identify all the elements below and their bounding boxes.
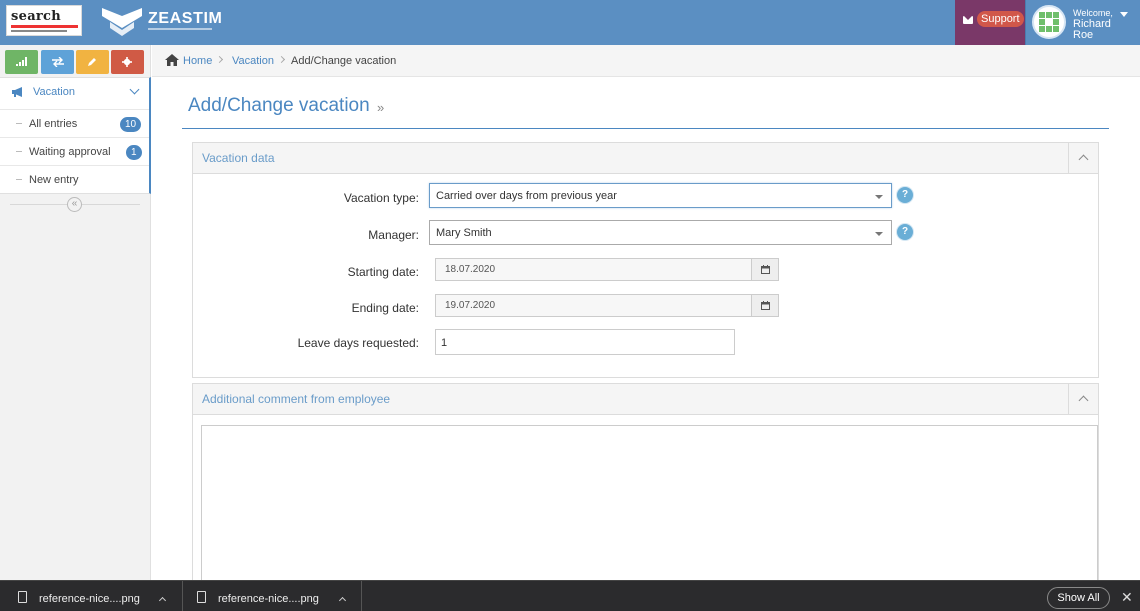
avatar [1032, 5, 1066, 39]
breadcrumb: Home Vacation Add/Change vacation [152, 45, 1140, 77]
chevron-right-icon [215, 55, 224, 64]
top-navbar: search ZEASTIM Support Welcome, Richard … [0, 0, 1140, 45]
shortcut-exchange-button[interactable] [41, 50, 74, 74]
collapse-chevron-up-icon[interactable] [1068, 143, 1098, 173]
vacation-data-panel: Vacation data Vacation type: Carried ove… [192, 142, 1099, 378]
download-filename: reference-nice....png [39, 593, 140, 605]
panel-header: Additional comment from employee [193, 384, 1098, 415]
file-icon [197, 591, 206, 603]
home-icon[interactable] [165, 54, 179, 66]
search-logo[interactable]: search [6, 5, 82, 36]
pencil-icon [88, 58, 96, 66]
sidebar-item-new-entry[interactable]: New entry [0, 165, 149, 193]
sidebar: Vacation All entries 10 Waiting approval… [0, 45, 151, 580]
comment-panel: Additional comment from employee [192, 383, 1099, 590]
sidebar-collapse-button[interactable]: « [67, 197, 82, 212]
gear-icon [122, 57, 132, 67]
file-icon [18, 591, 27, 603]
sidebar-item-label: All entries [29, 118, 78, 130]
panel-title: Vacation data [202, 151, 275, 165]
chevron-up-icon[interactable] [338, 596, 347, 605]
shortcut-edit-button[interactable] [76, 50, 109, 74]
signal-icon [16, 57, 27, 66]
leave-days-value: 1 [441, 337, 448, 349]
ending-date-value: 19.07.2020 [445, 300, 496, 311]
comment-textarea[interactable] [201, 425, 1098, 590]
calendar-icon [761, 301, 770, 310]
breadcrumb-home-link[interactable]: Home [183, 55, 212, 67]
sidebar-item-vacation[interactable]: Vacation [0, 78, 149, 106]
count-badge: 10 [120, 117, 142, 132]
megaphone-icon [12, 87, 22, 97]
sidebar-nav: Vacation All entries 10 Waiting approval… [0, 77, 151, 194]
ending-date-label: Ending date: [351, 301, 419, 315]
sidebar-item-all-entries[interactable]: All entries 10 [0, 109, 149, 137]
search-logo-stripe [11, 25, 78, 28]
calendar-icon [761, 265, 770, 274]
search-logo-tagline [11, 30, 67, 32]
download-filename: reference-nice....png [218, 593, 319, 605]
manager-select[interactable]: Mary Smith [429, 220, 892, 245]
manager-label: Manager: [368, 228, 419, 242]
zeastim-logo-text: ZEASTIM [148, 10, 223, 27]
starting-date-input[interactable]: 18.07.2020 [435, 258, 779, 281]
double-chevron-icon: » [377, 100, 385, 115]
panel-title: Additional comment from employee [202, 392, 391, 406]
sidebar-item-label: New entry [29, 174, 79, 186]
sidebar-item-label: Vacation [33, 86, 75, 98]
tree-dash [16, 123, 22, 124]
tree-dash [16, 151, 22, 152]
caret-down-icon [875, 195, 883, 199]
download-bar: reference-nice....png reference-nice....… [0, 580, 1140, 611]
download-divider [182, 581, 183, 611]
chevron-up-icon[interactable] [158, 596, 167, 605]
support-label: Support [977, 11, 1024, 27]
title-divider [182, 128, 1109, 129]
exchange-icon [52, 57, 64, 67]
leave-days-label: Leave days requested: [297, 336, 419, 350]
show-all-button[interactable]: Show All [1047, 587, 1110, 609]
chevron-down-icon[interactable] [129, 84, 140, 95]
download-item[interactable]: reference-nice....png [197, 581, 357, 611]
support-button[interactable]: Support [955, 0, 1025, 45]
count-badge: 1 [126, 145, 142, 160]
caret-down-icon [875, 232, 883, 236]
page-title: Add/Change vacation [188, 95, 370, 116]
breadcrumb-current: Add/Change vacation [291, 55, 397, 67]
caret-down-icon[interactable] [1120, 12, 1128, 17]
starting-date-label: Starting date: [347, 265, 419, 279]
panel-header: Vacation data [193, 143, 1098, 174]
user-menu[interactable]: Welcome, Richard Roe [1025, 0, 1140, 45]
calendar-button[interactable] [751, 259, 778, 280]
sidebar-item-label: Waiting approval [29, 146, 111, 158]
envelope-icon [963, 16, 973, 24]
zeastim-emblem-icon [102, 8, 142, 36]
help-icon[interactable]: ? [897, 187, 913, 203]
breadcrumb-vacation-link[interactable]: Vacation [232, 55, 274, 67]
user-name: Richard Roe [1073, 18, 1111, 41]
tree-dash [16, 179, 22, 180]
calendar-button[interactable] [751, 295, 778, 316]
chevron-right-icon [277, 55, 286, 64]
download-item[interactable]: reference-nice....png [18, 581, 178, 611]
ending-date-input[interactable]: 19.07.2020 [435, 294, 779, 317]
vacation-type-label: Vacation type: [343, 191, 419, 205]
shortcut-stats-button[interactable] [5, 50, 38, 74]
shortcut-settings-button[interactable] [111, 50, 144, 74]
zeastim-tagline [148, 28, 212, 30]
collapse-chevron-up-icon[interactable] [1068, 384, 1098, 414]
vacation-type-select[interactable]: Carried over days from previous year [429, 183, 892, 208]
sidebar-item-waiting-approval[interactable]: Waiting approval 1 [0, 137, 149, 165]
close-icon[interactable]: ✕ [1121, 590, 1133, 604]
vacation-type-value: Carried over days from previous year [436, 190, 617, 202]
starting-date-value: 18.07.2020 [445, 264, 496, 275]
manager-value: Mary Smith [436, 227, 492, 239]
download-divider [361, 581, 362, 611]
search-logo-text: search [11, 9, 62, 24]
help-icon[interactable]: ? [897, 224, 913, 240]
leave-days-input[interactable]: 1 [435, 329, 735, 355]
